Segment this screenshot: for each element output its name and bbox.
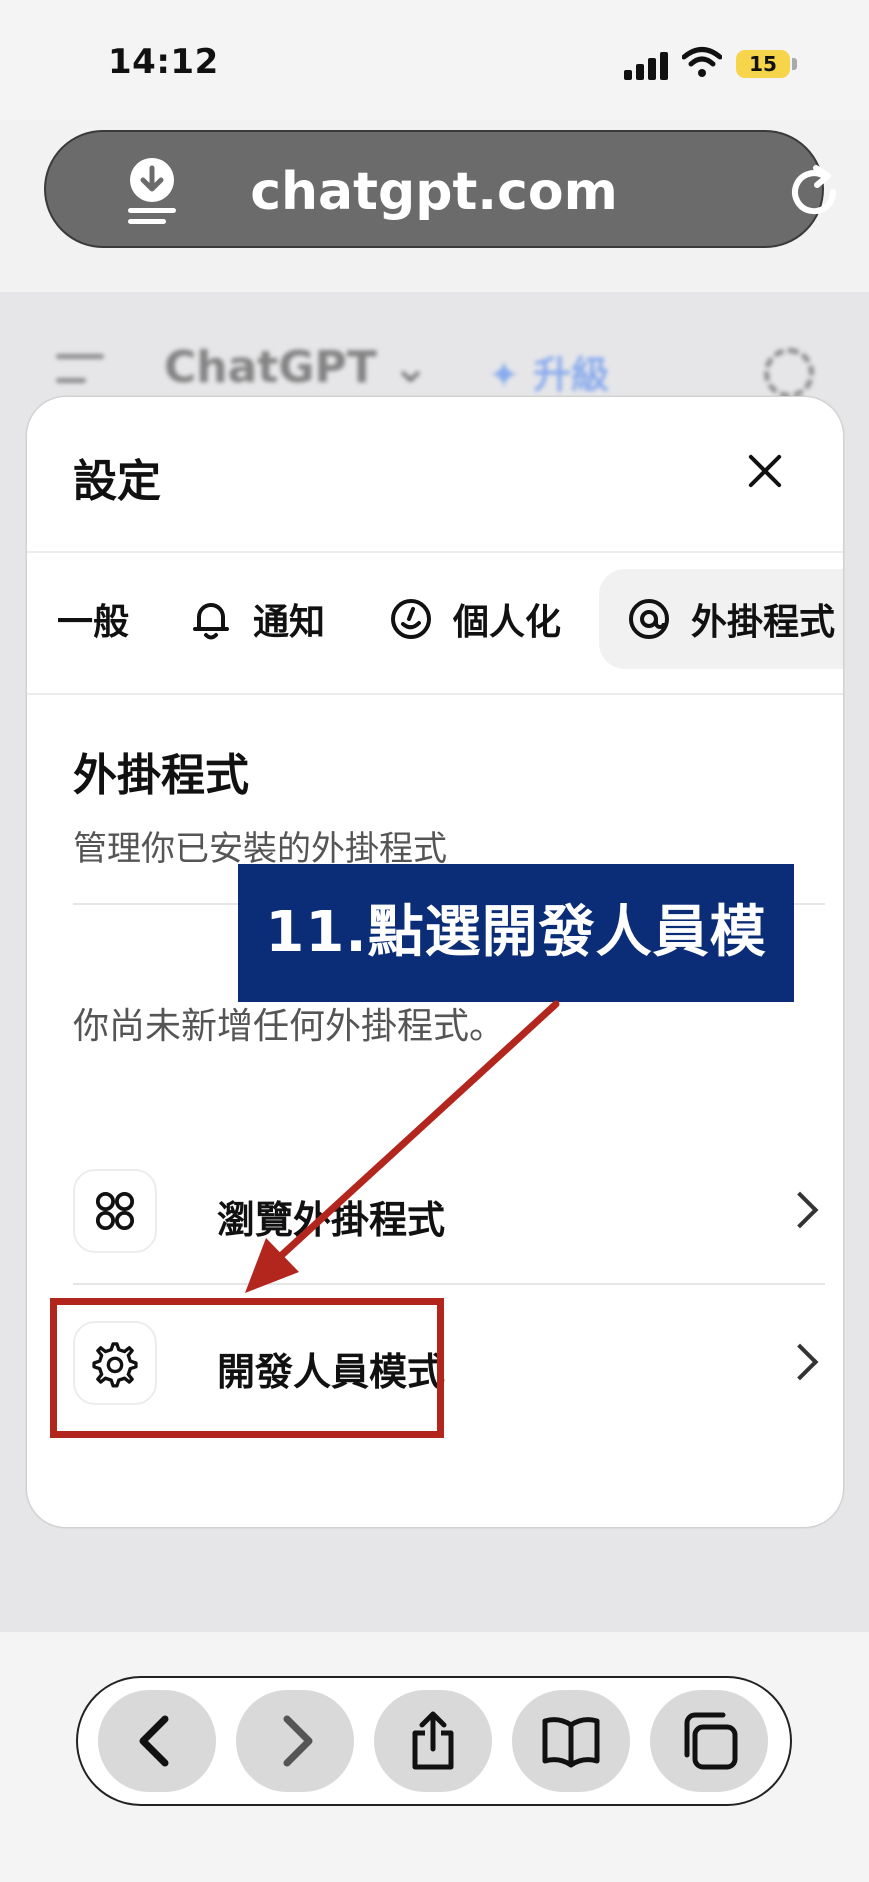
reload-icon[interactable] (786, 164, 842, 220)
grid-icon (95, 1191, 135, 1231)
url-text[interactable]: chatgpt.com (46, 162, 822, 222)
back-button[interactable] (98, 1690, 216, 1792)
status-time: 14:12 (108, 42, 219, 82)
forward-button[interactable] (236, 1690, 354, 1792)
instruction-callout: 11.點選開發人員模式 (238, 864, 794, 1103)
menu-icon (56, 354, 104, 384)
modal-title: 設定 (73, 456, 161, 507)
tab-plugins[interactable]: 外掛程式 (599, 569, 843, 669)
browser-toolbar (76, 1676, 792, 1806)
smile-icon (391, 599, 431, 639)
background-header: ChatGPT ⌄ ✦ 升級 (0, 292, 869, 398)
wifi-icon (682, 47, 722, 77)
tab-general-label: 一般 (57, 602, 130, 643)
divider (73, 1283, 825, 1285)
dashed-circle-icon (764, 348, 814, 398)
highlight-box (50, 1298, 444, 1438)
tab-personalization[interactable]: 個人化 (389, 569, 561, 669)
tabs-icon (684, 1712, 738, 1770)
tab-general[interactable]: 一般 (57, 569, 129, 669)
background-upgrade: ✦ 升級 (488, 353, 610, 397)
browse-plugins-row[interactable]: 瀏覽外掛程式 (73, 1159, 825, 1271)
cellular-signal-icon (624, 52, 670, 80)
bookmarks-button[interactable] (512, 1690, 630, 1792)
share-button[interactable] (374, 1690, 492, 1792)
chevron-right-icon (781, 1191, 819, 1229)
status-bar: 14:12 15 (0, 0, 869, 120)
section-title: 外掛程式 (73, 750, 249, 801)
bell-icon (193, 603, 229, 640)
chevron-right-icon (283, 1715, 313, 1767)
instruction-callout-text: 11.點選開發人員模式 (265, 900, 767, 1103)
book-icon (542, 1717, 600, 1768)
section-subtitle: 管理你已安裝的外掛程式 (73, 829, 447, 869)
divider (27, 693, 843, 695)
battery-indicator: 15 (736, 50, 790, 78)
tabs-button[interactable] (650, 1690, 768, 1792)
at-icon (629, 599, 669, 639)
tab-personalization-label: 個人化 (453, 602, 562, 643)
chevron-left-icon (139, 1715, 169, 1767)
browse-plugins-icon-box (73, 1169, 157, 1253)
address-bar[interactable]: chatgpt.com (44, 130, 837, 248)
battery-level: 15 (749, 52, 777, 76)
background-app-title: ChatGPT ⌄ (164, 342, 429, 393)
close-icon[interactable] (745, 451, 785, 491)
divider (27, 551, 843, 553)
tab-notifications-label: 通知 (253, 602, 326, 643)
battery-tip (792, 58, 797, 70)
tab-plugins-label: 外掛程式 (691, 602, 836, 643)
tab-notifications[interactable]: 通知 (189, 569, 325, 669)
browse-plugins-label: 瀏覽外掛程式 (217, 1198, 446, 1242)
share-icon (412, 1711, 454, 1770)
chevron-right-icon (781, 1343, 819, 1381)
settings-tabs: 一般 通知 個人化 外掛程式 (27, 569, 843, 669)
bottom-bar (0, 1632, 869, 1882)
